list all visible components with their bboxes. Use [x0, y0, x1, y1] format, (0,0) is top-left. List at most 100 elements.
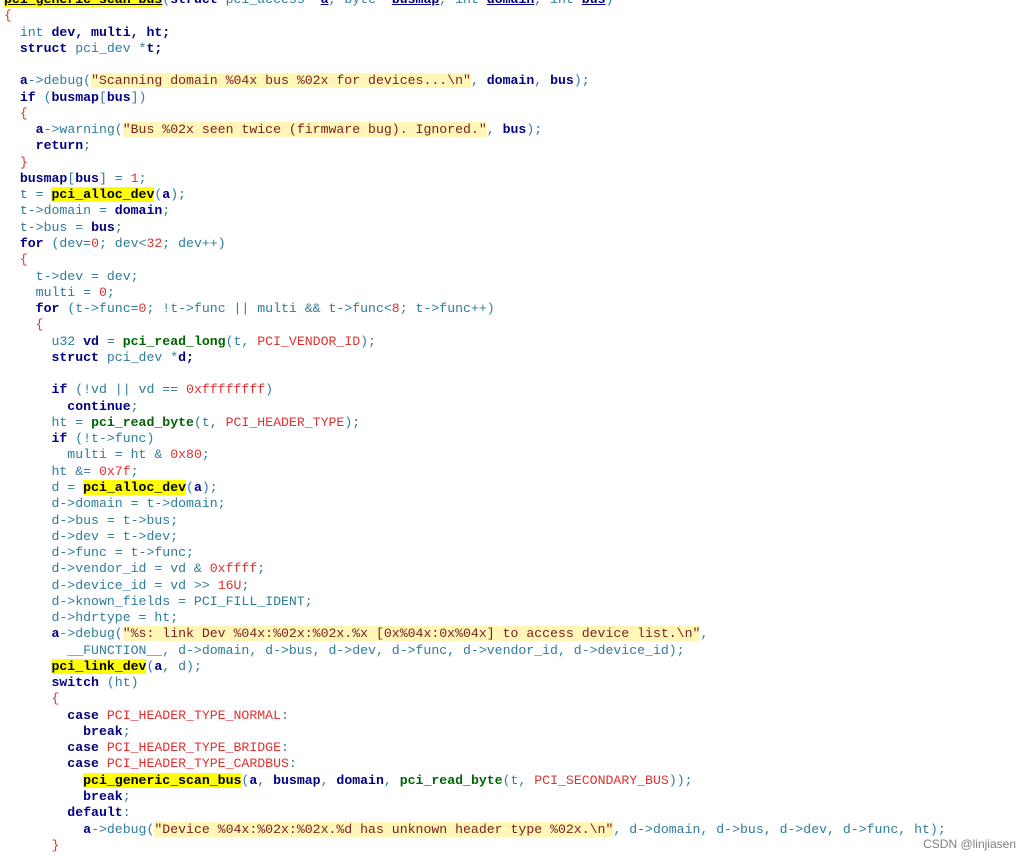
code-token: (dev=: [43, 235, 92, 251]
code-token: (t,: [225, 333, 258, 349]
code-token: a: [193, 479, 202, 495]
code-line: switch (ht): [4, 675, 946, 691]
code-token: bus: [91, 219, 115, 235]
code-token: vd: [83, 333, 99, 349]
code-token: 0: [91, 235, 99, 251]
code-token: );: [170, 187, 187, 203]
code-token: ;: [241, 577, 250, 593]
code-line: multi = 0;: [4, 285, 946, 301]
code-token: ;: [122, 789, 131, 805]
code-token: (ht): [98, 675, 139, 691]
code-token: ;: [106, 284, 115, 300]
code-token: break: [4, 789, 123, 805]
code-line: a->warning("Bus %02x seen twice (firmwar…: [4, 122, 946, 138]
code-token: ;: [83, 138, 92, 154]
code-line: __FUNCTION__, d->domain, d->bus, d->dev,…: [4, 643, 946, 659]
code-token: PCI_HEADER_TYPE_NORMAL: [106, 707, 281, 723]
code-token: PCI_HEADER_TYPE: [225, 414, 345, 430]
code-token: }: [4, 154, 28, 170]
code-line: pci_generic_scan_bus(struct pci_access *…: [4, 0, 946, 8]
code-token: (: [186, 479, 194, 495]
code-token: pci_alloc_dev: [51, 187, 155, 203]
code-token: (!t->func): [67, 431, 155, 447]
code-token: continue: [4, 398, 131, 414]
code-token: ,: [700, 626, 709, 642]
code-token: ,: [329, 0, 345, 7]
code-token: bus: [75, 170, 99, 186]
code-token: a: [19, 73, 28, 89]
code-editor: pci_generic_scan_bus(struct pci_access *…: [4, 0, 946, 854]
code-token: , d->domain, d->bus, d->dev, d->func, ht…: [613, 821, 946, 837]
code-token: );: [573, 73, 590, 89]
code-token: ; dev++): [162, 235, 226, 251]
code-token: ->warning(: [43, 122, 123, 138]
code-token: :: [288, 756, 297, 772]
code-token: {: [4, 317, 44, 333]
code-token: ;: [130, 398, 139, 414]
code-token: d =: [4, 479, 84, 495]
code-token: :: [122, 805, 131, 821]
code-token: for: [4, 301, 60, 317]
code-token: for: [4, 235, 44, 251]
code-token: "Scanning domain %04x bus %02x for devic…: [91, 73, 471, 89]
code-token: multi =: [4, 284, 99, 300]
code-token: {: [4, 105, 28, 121]
code-token: PCI_VENDOR_ID: [257, 333, 361, 349]
code-line: d->bus = t->bus;: [4, 513, 946, 529]
code-token: ->debug(: [27, 73, 92, 89]
code-token: t->dev = dev;: [4, 268, 139, 284]
code-line: d->device_id = vd >> 16U;: [4, 578, 946, 594]
code-token: pci_generic_scan_bus: [4, 0, 163, 7]
code-token: int: [455, 0, 479, 7]
code-token: PCI_HEADER_TYPE_BRIDGE: [106, 740, 281, 756]
code-token: pci_read_long: [122, 333, 226, 349]
code-token: pci_alloc_dev: [83, 479, 187, 495]
code-token: d->device_id = vd >>: [4, 577, 218, 593]
code-line: d->known_fields = PCI_FILL_IDENT;: [4, 594, 946, 610]
code-line: a->debug("Device %04x:%02x:%02x.%d has u…: [4, 821, 946, 838]
code-token: bus: [582, 0, 606, 7]
code-token: PCI_SECONDARY_BUS: [534, 772, 669, 788]
code-line: {: [4, 691, 946, 707]
code-token: ,: [470, 73, 487, 89]
code-line: pci_link_dev(a, d);: [4, 658, 946, 675]
code-line: return;: [4, 138, 946, 154]
code-token: ]): [130, 89, 147, 105]
code-token: 0xffffffff: [186, 382, 266, 398]
code-token: }: [4, 837, 60, 853]
code-token: ,: [534, 73, 551, 89]
code-line: a->debug("Scanning domain %04x bus %02x …: [4, 73, 946, 89]
code-token: d->bus = t->bus;: [4, 512, 179, 528]
code-token: t =: [4, 187, 52, 203]
code-line: if (!vd || vd == 0xffffffff): [4, 382, 946, 398]
code-token: "Device %04x:%02x:%02x.%d has unknown he…: [154, 821, 614, 837]
code-token: ): [265, 382, 274, 398]
code-line: break;: [4, 724, 946, 740]
code-token: bus: [550, 73, 574, 89]
code-token: struct: [4, 349, 99, 365]
code-line: }: [4, 838, 946, 854]
code-token: pci_dev *: [98, 349, 179, 365]
code-line: for (dev=0; dev<32; dev++): [4, 236, 946, 252]
code-token: case: [4, 740, 99, 756]
code-token: :: [281, 707, 289, 723]
code-token: 16U: [217, 577, 242, 593]
code-token: if: [4, 382, 68, 398]
code-token: domain: [114, 203, 163, 219]
code-line: d->func = t->func;: [4, 545, 946, 561]
code-token: ht =: [4, 414, 92, 430]
code-token: bus: [106, 89, 131, 105]
code-token: case: [4, 756, 99, 772]
code-token: ,: [383, 772, 400, 788]
code-line: struct pci_dev *t;: [4, 41, 946, 57]
code-token: struct: [4, 40, 68, 56]
watermark: CSDN @linjiasen: [923, 837, 1016, 851]
code-token: d->func = t->func;: [4, 545, 194, 561]
